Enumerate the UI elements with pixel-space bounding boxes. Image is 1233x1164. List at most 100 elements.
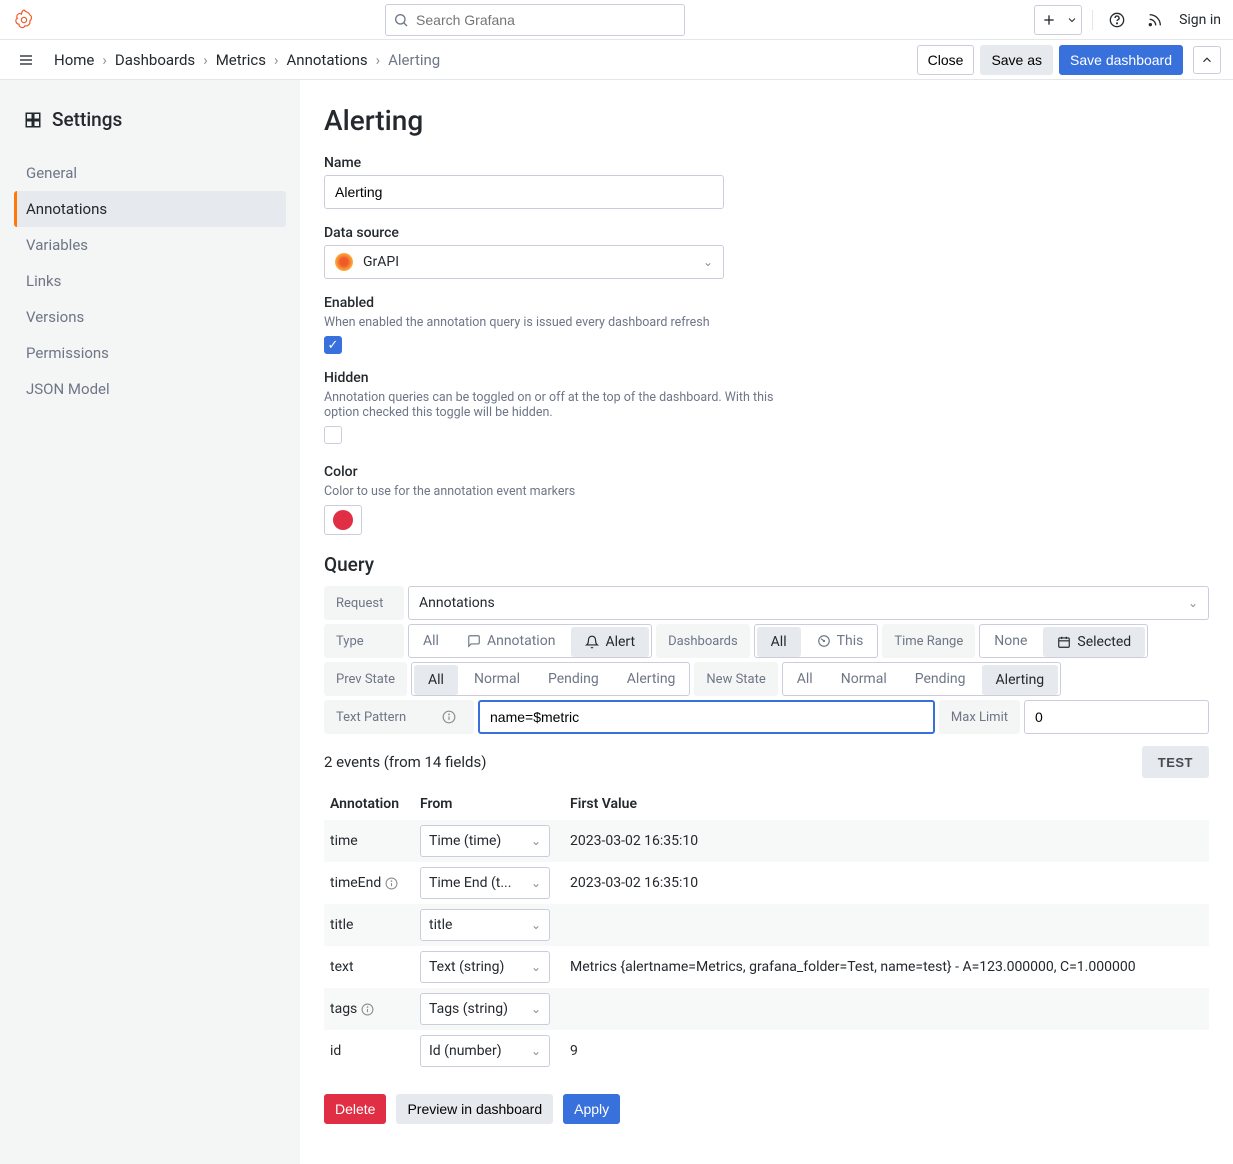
news-button[interactable]	[1141, 6, 1169, 34]
add-menu[interactable]	[1034, 5, 1082, 35]
name-label: Name	[324, 155, 1209, 171]
sidebar-item-permissions[interactable]: Permissions	[14, 335, 286, 371]
chevron-down-icon: ⌄	[531, 834, 541, 848]
chevron-down-icon: ⌄	[531, 1002, 541, 1016]
apply-button[interactable]: Apply	[563, 1094, 620, 1124]
cell-from: Time End (t...⌄	[414, 862, 564, 904]
close-button[interactable]: Close	[917, 45, 975, 75]
textpattern-input[interactable]	[478, 700, 935, 734]
hidden-label: Hidden	[324, 370, 1209, 386]
chevron-down-icon: ⌄	[703, 255, 713, 269]
grafana-logo-icon[interactable]	[12, 8, 36, 32]
save-dashboard-button[interactable]: Save dashboard	[1059, 45, 1183, 75]
page-header: Home› Dashboards› Metrics› Annotations› …	[0, 40, 1233, 80]
datasource-label: Data source	[324, 225, 1209, 241]
chevron-down-icon: ⌄	[531, 1044, 541, 1058]
from-select[interactable]: title⌄	[420, 909, 550, 941]
crumb-home[interactable]: Home	[54, 51, 94, 69]
cell-annotation: timeEnd	[324, 862, 414, 904]
enabled-desc: When enabled the annotation query is iss…	[324, 315, 1209, 330]
textpattern-label: Text Pattern	[324, 700, 474, 734]
sidebar-item-variables[interactable]: Variables	[14, 227, 286, 263]
maxlimit-input[interactable]	[1024, 700, 1209, 734]
info-icon[interactable]	[442, 710, 462, 724]
crumb-dashboards[interactable]: Dashboards	[115, 51, 195, 69]
newstate-group: All Normal Pending Alerting	[782, 662, 1061, 696]
info-icon[interactable]	[361, 1003, 374, 1016]
sidebar-item-json-model[interactable]: JSON Model	[14, 371, 286, 407]
alert-icon	[585, 635, 599, 649]
events-summary: 2 events (from 14 fields)	[324, 753, 486, 771]
table-row: idId (number)⌄9	[324, 1030, 1209, 1072]
timerange-label: Time Range	[882, 624, 975, 658]
color-picker[interactable]	[324, 505, 362, 535]
new-all[interactable]: All	[783, 665, 827, 693]
datasource-select[interactable]: GrAPI ⌄	[324, 245, 724, 279]
from-select[interactable]: Tags (string)⌄	[420, 993, 550, 1025]
signin-link[interactable]: Sign in	[1179, 12, 1221, 28]
prev-all[interactable]: All	[414, 665, 458, 695]
sidebar-item-versions[interactable]: Versions	[14, 299, 286, 335]
dash-all[interactable]: All	[757, 627, 801, 657]
th-first-value: First Value	[564, 788, 1209, 820]
th-from: From	[414, 788, 564, 820]
menu-toggle[interactable]	[12, 46, 40, 74]
preview-button[interactable]: Preview in dashboard	[396, 1094, 553, 1124]
chevron-down-icon: ⌄	[1188, 596, 1198, 610]
from-select[interactable]: Id (number)⌄	[420, 1035, 550, 1067]
time-none[interactable]: None	[980, 627, 1041, 655]
cell-value: 9	[564, 1030, 1209, 1072]
search-input[interactable]	[385, 4, 685, 36]
new-alerting[interactable]: Alerting	[982, 665, 1059, 695]
new-pending[interactable]: Pending	[901, 665, 980, 693]
chevron-down-icon	[1063, 6, 1081, 34]
cell-value: 2023-03-02 16:35:10	[564, 862, 1209, 904]
from-select[interactable]: Time (time)⌄	[420, 825, 550, 857]
enabled-checkbox[interactable]: ✓	[324, 336, 342, 354]
chevron-down-icon: ⌄	[531, 918, 541, 932]
sidebar-item-links[interactable]: Links	[14, 263, 286, 299]
sidebar-item-annotations[interactable]: Annotations	[14, 191, 286, 227]
from-select[interactable]: Time End (t...⌄	[420, 867, 550, 899]
enabled-label: Enabled	[324, 295, 1209, 311]
prev-normal[interactable]: Normal	[460, 665, 534, 693]
save-as-button[interactable]: Save as	[980, 45, 1053, 75]
prev-alerting[interactable]: Alerting	[613, 665, 690, 693]
collapse-button[interactable]	[1193, 46, 1221, 74]
dashboards-label: Dashboards	[656, 624, 750, 658]
cell-from: Tags (string)⌄	[414, 988, 564, 1030]
dash-this[interactable]: This	[803, 627, 878, 655]
hidden-checkbox[interactable]	[324, 426, 342, 444]
table-row: timeTime (time)⌄2023-03-02 16:35:10	[324, 820, 1209, 862]
info-icon[interactable]	[385, 877, 398, 890]
delete-button[interactable]: Delete	[324, 1094, 386, 1124]
type-all[interactable]: All	[409, 627, 453, 655]
sidebar-item-general[interactable]: General	[14, 155, 286, 191]
crumb-metrics[interactable]: Metrics	[216, 51, 266, 69]
prevstate-group: All Normal Pending Alerting	[411, 662, 690, 696]
plus-icon	[1035, 6, 1063, 34]
dashboard-icon	[24, 111, 42, 129]
help-button[interactable]	[1103, 6, 1131, 34]
cell-annotation: text	[324, 946, 414, 988]
cell-annotation: time	[324, 820, 414, 862]
request-select[interactable]: Annotations⌄	[408, 586, 1209, 620]
calendar-icon	[1057, 635, 1071, 649]
new-normal[interactable]: Normal	[827, 665, 901, 693]
prev-pending[interactable]: Pending	[534, 665, 613, 693]
annotation-icon	[467, 634, 481, 648]
name-input[interactable]	[324, 175, 724, 209]
test-button[interactable]: TEST	[1142, 746, 1209, 778]
crumb-annotations[interactable]: Annotations	[287, 51, 368, 69]
from-select[interactable]: Text (string)⌄	[420, 951, 550, 983]
table-row: textText (string)⌄Metrics {alertname=Met…	[324, 946, 1209, 988]
hidden-desc: Annotation queries can be toggled on or …	[324, 390, 804, 420]
type-alert[interactable]: Alert	[571, 627, 649, 657]
cell-from: Time (time)⌄	[414, 820, 564, 862]
query-title: Query	[324, 553, 1209, 576]
topbar: Sign in	[0, 0, 1233, 40]
table-row: tags Tags (string)⌄	[324, 988, 1209, 1030]
time-selected[interactable]: Selected	[1043, 627, 1145, 657]
chevron-down-icon: ⌄	[531, 960, 541, 974]
type-annotation[interactable]: Annotation	[453, 627, 569, 655]
